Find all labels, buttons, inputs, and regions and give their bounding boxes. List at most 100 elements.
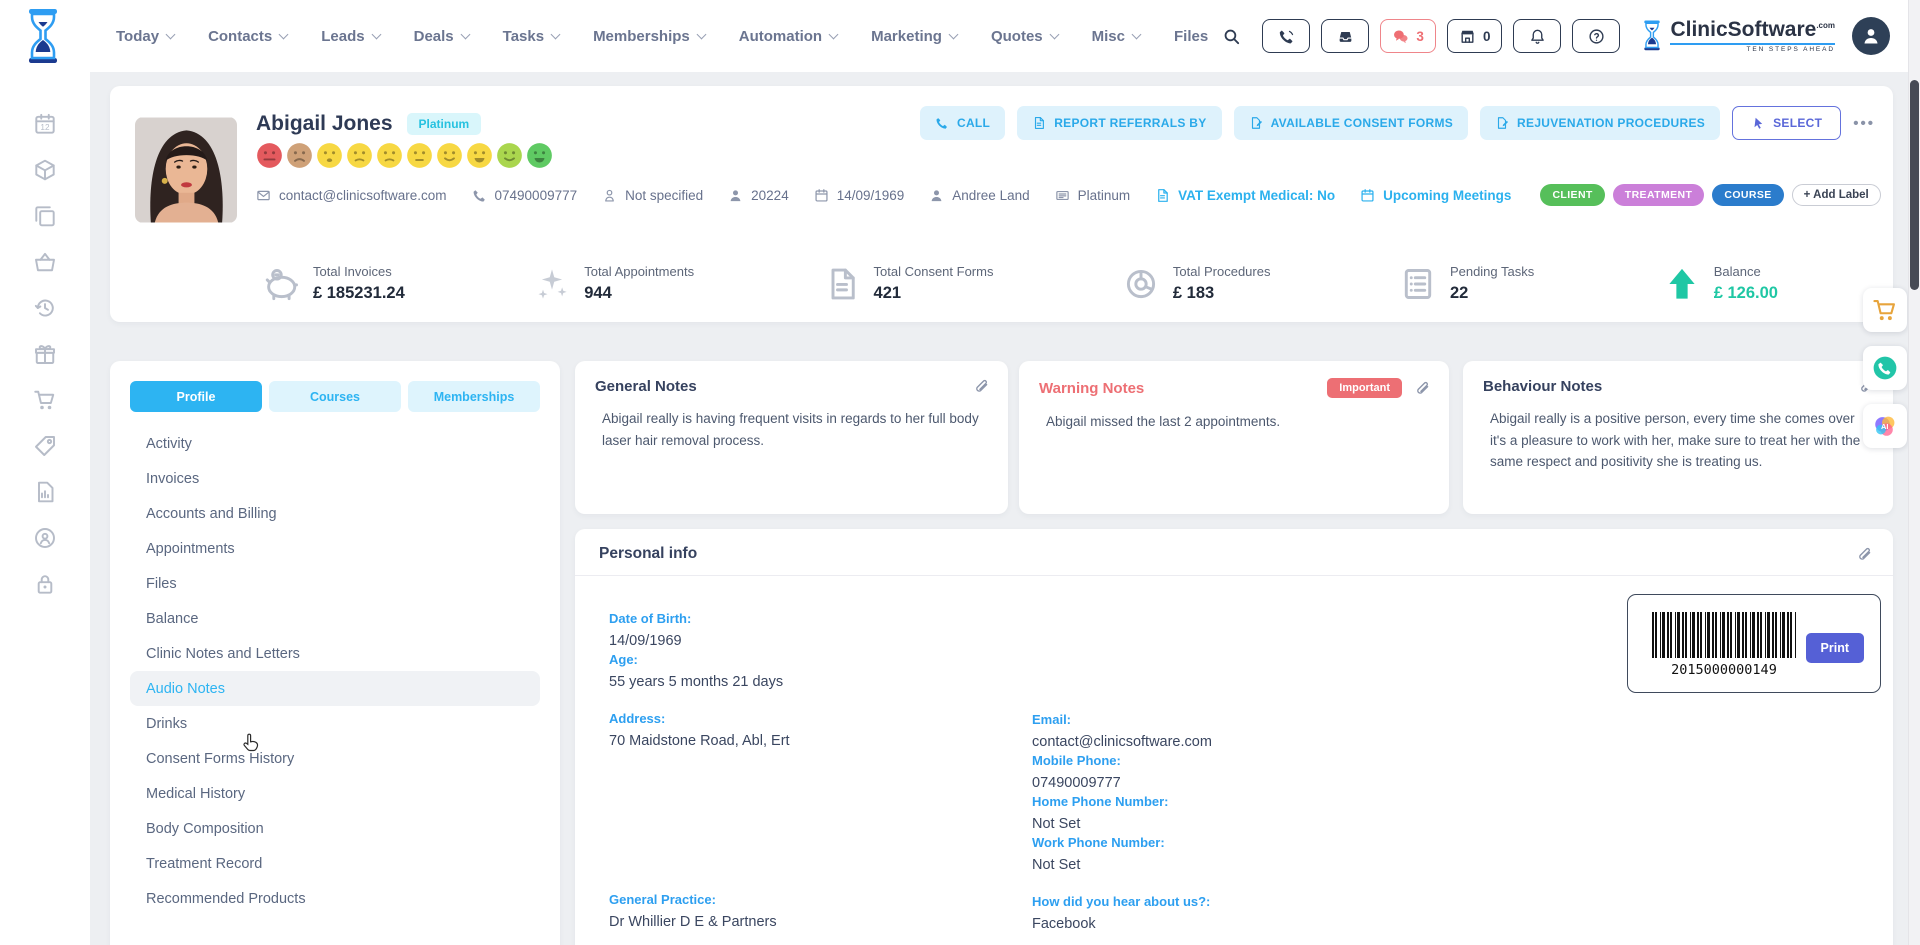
sidebar-item-medical-history[interactable]: Medical History — [130, 776, 540, 811]
app-logo-hourglass-icon[interactable] — [22, 8, 64, 64]
field-address: Address:70 Maidstone Road, Abl, Ert — [609, 711, 1029, 750]
nav-item-files[interactable]: Files — [1174, 28, 1208, 45]
call-widget[interactable] — [1863, 346, 1907, 390]
paperclip-icon[interactable] — [1856, 546, 1873, 563]
profile-actions: CALL REPORT REFERRALS BY AVAILABLE CONSENT… — [920, 106, 1875, 140]
tab-memberships[interactable]: Memberships — [408, 381, 540, 412]
nav-item-tasks[interactable]: Tasks — [503, 28, 559, 45]
call-button[interactable]: CALL — [920, 106, 1005, 140]
available-consent-forms-button[interactable]: AVAILABLE CONSENT FORMS — [1234, 106, 1468, 140]
help-button[interactable] — [1572, 19, 1620, 53]
sidebar-item-drinks[interactable]: Drinks — [130, 706, 540, 741]
mood-emoji-7-smile[interactable] — [436, 142, 463, 169]
lock-icon[interactable] — [33, 572, 57, 596]
tag-client[interactable]: CLIENT — [1540, 184, 1604, 206]
mood-emoji-2-frown[interactable] — [286, 142, 313, 169]
contact-upcoming-meetings[interactable]: Upcoming Meetings — [1360, 188, 1511, 203]
inbox-button[interactable] — [1321, 19, 1369, 53]
sidebar-item-appointments[interactable]: Appointments — [130, 531, 540, 566]
sidebar-item-balance[interactable]: Balance — [130, 601, 540, 636]
envelope-icon — [256, 188, 271, 203]
panel-tabs: ProfileCoursesMemberships — [130, 381, 540, 412]
basket-widget[interactable] — [1863, 288, 1907, 332]
sidebar-item-treatment-record[interactable]: Treatment Record — [130, 846, 540, 881]
user-avatar[interactable] — [1852, 17, 1890, 55]
chevron-down-icon — [279, 30, 289, 40]
mood-emoji-1-grimace[interactable] — [256, 142, 283, 169]
report-referrals-by-button[interactable]: REPORT REFERRALS BY — [1017, 106, 1221, 140]
nav-item-quotes[interactable]: Quotes — [991, 28, 1058, 45]
mood-emoji-10-grin[interactable] — [526, 142, 553, 169]
notifications-button[interactable] — [1513, 19, 1561, 53]
tab-courses[interactable]: Courses — [269, 381, 401, 412]
sidebar-item-body-composition[interactable]: Body Composition — [130, 811, 540, 846]
chevron-down-icon — [829, 30, 839, 40]
calls-button[interactable] — [1262, 19, 1310, 53]
sidebar-item-accounts-and-billing[interactable]: Accounts and Billing — [130, 496, 540, 531]
person-icon — [1861, 26, 1881, 46]
contact-vat-exempt-medical-no[interactable]: VAT Exempt Medical: No — [1155, 188, 1335, 203]
bell-icon — [1529, 28, 1546, 45]
gift-icon[interactable] — [33, 342, 57, 366]
mood-emoji-9-smile[interactable] — [496, 142, 523, 169]
mood-emoji-4-slight-frown[interactable] — [346, 142, 373, 169]
basket-icon[interactable] — [33, 250, 57, 274]
cart-icon — [1872, 297, 1898, 323]
copy-icon[interactable] — [33, 204, 57, 228]
support-icon[interactable] — [33, 526, 57, 550]
sidebar-item-audio-notes[interactable]: Audio Notes — [130, 671, 540, 706]
profile-photo — [135, 117, 237, 223]
rejuvenation-procedures-button[interactable]: REJUVENATION PROCEDURES — [1480, 106, 1720, 140]
nav-item-deals[interactable]: Deals — [414, 28, 469, 45]
nav-item-misc[interactable]: Misc — [1092, 28, 1140, 45]
report-icon[interactable] — [33, 480, 57, 504]
add-label-button[interactable]: + Add Label — [1792, 184, 1881, 206]
nav-item-leads[interactable]: Leads — [321, 28, 379, 45]
mood-emoji-6-neutral[interactable] — [406, 142, 433, 169]
sidebar-item-files[interactable]: Files — [130, 566, 540, 601]
more-options-button[interactable]: ••• — [1853, 115, 1875, 132]
search-button[interactable] — [1223, 25, 1245, 47]
tag-course[interactable]: COURSE — [1712, 184, 1783, 206]
mood-emoji-5-slight-frown[interactable] — [376, 142, 403, 169]
package-icon[interactable] — [33, 158, 57, 182]
nav-item-automation[interactable]: Automation — [739, 28, 837, 45]
history-icon[interactable] — [33, 296, 57, 320]
hourglass-icon — [1641, 20, 1663, 52]
sidebar-item-activity[interactable]: Activity — [130, 426, 540, 461]
behaviour-notes-title: Behaviour Notes — [1483, 378, 1602, 395]
nav-item-contacts[interactable]: Contacts — [208, 28, 287, 45]
select-button[interactable]: SELECT — [1732, 106, 1841, 140]
contact-20224: 20224 — [728, 188, 789, 203]
person-icon — [929, 188, 944, 203]
arrow-up-icon — [1664, 266, 1700, 302]
nav-item-today[interactable]: Today — [116, 28, 174, 45]
mood-emoji-8-grin[interactable] — [466, 142, 493, 169]
sidebar-item-recommended-products[interactable]: Recommended Products — [130, 881, 540, 916]
nav-item-marketing[interactable]: Marketing — [871, 28, 957, 45]
field-how-did-you-hear-about-us: How did you hear about us?:Facebook — [1032, 894, 1452, 933]
personal-info-card: Personal info Date of Birth:14/09/1969Ag… — [575, 529, 1893, 945]
paperclip-icon[interactable] — [1414, 380, 1431, 397]
cart-icon[interactable] — [33, 388, 57, 412]
paperclip-icon[interactable] — [973, 378, 990, 395]
ai-widget[interactable]: AI — [1863, 404, 1907, 448]
brand-tagline: TEN STEPS AHEAD — [1670, 43, 1835, 53]
sidebar-item-invoices[interactable]: Invoices — [130, 461, 540, 496]
scrollbar-thumb[interactable] — [1910, 80, 1919, 290]
brand-logo[interactable]: ClinicSoftware.com TEN STEPS AHEAD — [1641, 19, 1835, 53]
tab-profile[interactable]: Profile — [130, 381, 262, 412]
nav-item-memberships[interactable]: Memberships — [593, 28, 705, 45]
tag-treatment[interactable]: TREATMENT — [1613, 184, 1705, 206]
general-notes-body: Abigail really is having frequent visits… — [575, 395, 1008, 451]
store-button[interactable]: 0 — [1447, 19, 1503, 53]
contact-platinum: Platinum — [1055, 188, 1131, 203]
sidebar-item-consent-forms-history[interactable]: Consent Forms History — [130, 741, 540, 776]
mood-emoji-3-frown-open[interactable] — [316, 142, 343, 169]
calendar-date-icon[interactable]: 12 — [33, 112, 57, 136]
sidebar-item-clinic-notes-and-letters[interactable]: Clinic Notes and Letters — [130, 636, 540, 671]
print-button[interactable]: Print — [1806, 633, 1864, 663]
messages-button[interactable]: 3 — [1380, 19, 1436, 53]
tag-icon[interactable] — [33, 434, 57, 458]
page-scrollbar[interactable] — [1908, 0, 1920, 945]
